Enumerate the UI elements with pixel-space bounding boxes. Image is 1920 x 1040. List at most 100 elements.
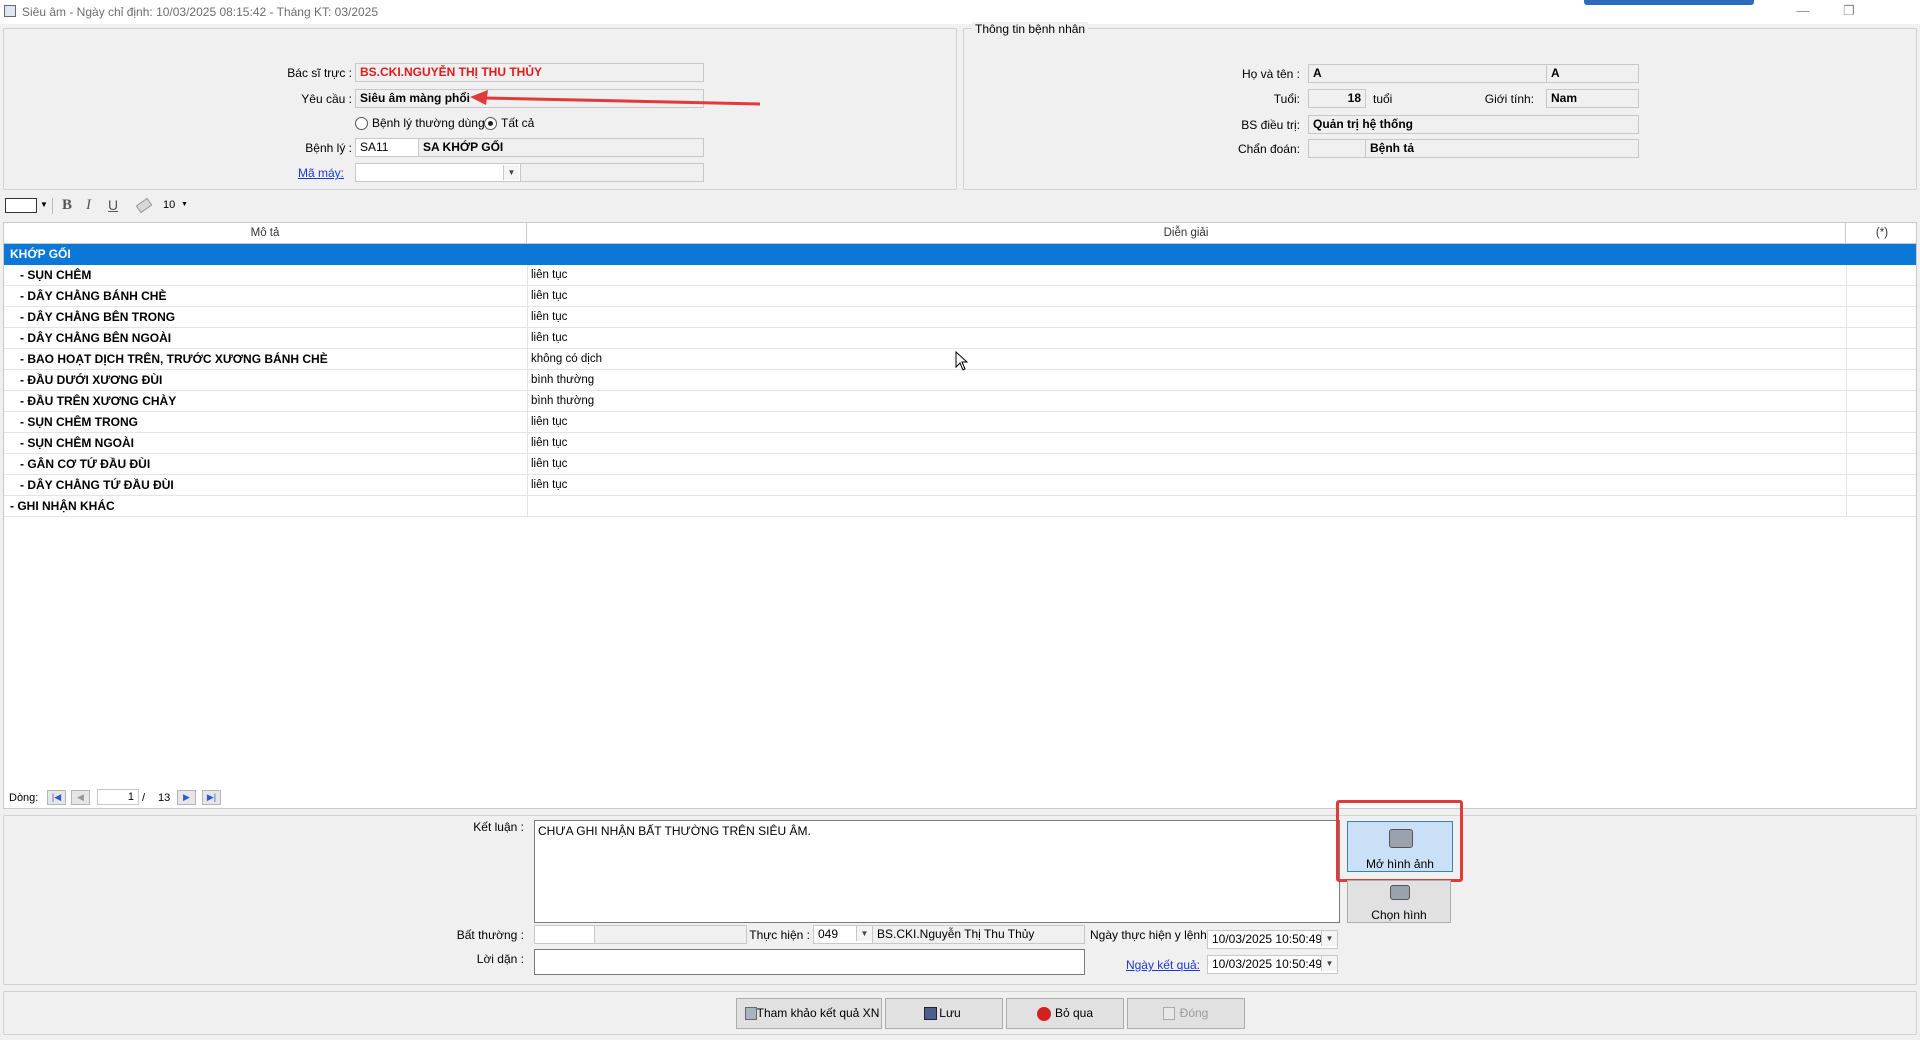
cell-description[interactable]: - DÂY CHẰNG TỨ ĐẦU ĐÙI	[4, 475, 526, 495]
cell-flag[interactable]	[1846, 349, 1916, 369]
cell-description[interactable]: - ĐẦU TRÊN XƯƠNG CHÀY	[4, 391, 526, 411]
cell-interpretation[interactable]: liên tục	[527, 433, 1845, 453]
cell-interpretation[interactable]: liên tục	[527, 307, 1845, 327]
table-row[interactable]: - ĐẦU DƯỚI XƯƠNG ĐÙI bình thường	[4, 370, 1916, 391]
cell-interpretation[interactable]: không có dịch	[527, 349, 1845, 369]
abnormal-field[interactable]	[594, 925, 747, 944]
name-field-secondary[interactable]: A	[1546, 64, 1639, 83]
pager-current-input[interactable]: 1	[97, 789, 139, 805]
machine-code-link[interactable]: Mã máy:	[240, 165, 344, 181]
font-size-select[interactable]: 10	[163, 199, 175, 211]
reference-results-button[interactable]: Tham khảo kết quả XN	[736, 998, 882, 1029]
age-field[interactable]: 18	[1308, 89, 1366, 108]
cell-flag[interactable]	[1846, 328, 1916, 348]
cell-description[interactable]: - SỤN CHÊM TRONG	[4, 412, 526, 432]
color-picker[interactable]	[5, 198, 37, 213]
cell-interpretation[interactable]: liên tục	[527, 286, 1845, 306]
close-button[interactable]: Đóng	[1127, 998, 1245, 1029]
save-button[interactable]: Lưu	[885, 998, 1003, 1029]
machine-code-select[interactable]: ▼	[355, 163, 521, 182]
table-row[interactable]: KHỚP GỐI	[4, 244, 1916, 265]
prev-page-button[interactable]: ◀	[71, 790, 90, 805]
radio-all[interactable]	[484, 117, 497, 130]
cell-description[interactable]: - GÂN CƠ TỨ ĐẦU ĐÙI	[4, 454, 526, 474]
machine-name-field[interactable]	[520, 163, 704, 182]
cell-description[interactable]: - DÂY CHẰNG BÊN NGOÀI	[4, 328, 526, 348]
cell-description[interactable]: - ĐẦU DƯỚI XƯƠNG ĐÙI	[4, 370, 526, 390]
cell-description[interactable]: - SỤN CHÊM NGOÀI	[4, 433, 526, 453]
exec-date-picker[interactable]: 10/03/2025 10:50:49	[1207, 930, 1338, 949]
cell-flag[interactable]	[1846, 244, 1916, 264]
cell-interpretation[interactable]: bình thường	[527, 391, 1845, 411]
color-dropdown-icon[interactable]: ▼	[40, 200, 48, 209]
column-header-interpretation[interactable]: Diễn giải	[527, 223, 1845, 244]
cell-interpretation[interactable]	[527, 244, 1845, 264]
diagnosis-code-field[interactable]	[1308, 139, 1366, 158]
cell-flag[interactable]	[1846, 391, 1916, 411]
cell-description[interactable]: - DÂY CHẰNG BÁNH CHÈ	[4, 286, 526, 306]
table-row[interactable]: - ĐẦU TRÊN XƯƠNG CHÀY bình thường	[4, 391, 1916, 412]
cell-flag[interactable]	[1846, 265, 1916, 285]
cell-flag[interactable]	[1846, 370, 1916, 390]
cell-description[interactable]: KHỚP GỐI	[4, 244, 526, 264]
cell-description[interactable]: - DÂY CHẰNG BÊN TRONG	[4, 307, 526, 327]
cell-interpretation[interactable]: liên tục	[527, 328, 1845, 348]
table-row[interactable]: - DÂY CHẰNG BÊN NGOÀI liên tục	[4, 328, 1916, 349]
table-row[interactable]: - DÂY CHẰNG TỨ ĐẦU ĐÙI liên tục	[4, 475, 1916, 496]
cell-flag[interactable]	[1846, 286, 1916, 306]
cell-interpretation[interactable]: liên tục	[527, 412, 1845, 432]
eraser-icon[interactable]	[135, 197, 153, 214]
cell-flag[interactable]	[1846, 475, 1916, 495]
chevron-down-icon[interactable]: ▼	[1321, 956, 1337, 971]
cell-description[interactable]: - GHI NHẬN KHÁC	[4, 496, 526, 516]
doctor-field[interactable]: BS.CKI.NGUYỄN THỊ THU THỦY	[355, 63, 704, 82]
conclusion-textarea[interactable]: CHƯA GHI NHẬN BẤT THƯỜNG TRÊN SIÊU ÂM.	[534, 820, 1340, 923]
table-row[interactable]: - SỤN CHÊM NGOÀI liên tục	[4, 433, 1916, 454]
name-field[interactable]: A	[1308, 64, 1547, 83]
result-date-link[interactable]: Ngày kết quả:	[1090, 957, 1200, 973]
table-row[interactable]: - SỤN CHÊM liên tục	[4, 265, 1916, 286]
performer-name-field[interactable]: BS.CKI.Nguyễn Thị Thu Thủy	[872, 925, 1085, 944]
cell-interpretation[interactable]: liên tục	[527, 475, 1845, 495]
table-row[interactable]: - SỤN CHÊM TRONG liên tục	[4, 412, 1916, 433]
cell-description[interactable]: - BAO HOẠT DỊCH TRÊN, TRƯỚC XƯƠNG BÁNH C…	[4, 349, 526, 369]
cell-interpretation[interactable]: liên tục	[527, 454, 1845, 474]
column-header-flag[interactable]: (*)	[1846, 223, 1916, 244]
advice-field[interactable]	[534, 949, 1085, 975]
disease-code-field[interactable]: SA11	[355, 138, 419, 157]
bold-button[interactable]: B	[62, 197, 72, 214]
cell-flag[interactable]	[1846, 412, 1916, 432]
diagnosis-field[interactable]: Bệnh tả	[1365, 139, 1639, 158]
italic-button[interactable]: I	[86, 197, 91, 214]
cell-description[interactable]: - SỤN CHÊM	[4, 265, 526, 285]
next-page-button[interactable]: ▶	[177, 790, 196, 805]
gender-field[interactable]: Nam	[1546, 89, 1639, 108]
font-size-dropdown-icon[interactable]: ▼	[181, 201, 188, 208]
treating-doctor-field[interactable]: Quản trị hệ thống	[1308, 115, 1639, 134]
cell-interpretation[interactable]	[527, 496, 1845, 516]
column-header-description[interactable]: Mô tả	[4, 223, 526, 244]
abnormal-code-field[interactable]	[534, 925, 595, 944]
first-page-button[interactable]: |◀	[47, 790, 66, 805]
skip-button[interactable]: Bỏ qua	[1006, 998, 1124, 1029]
cell-flag[interactable]	[1846, 307, 1916, 327]
underline-button[interactable]: U	[108, 197, 118, 213]
table-row[interactable]: - GÂN CƠ TỨ ĐẦU ĐÙI liên tục	[4, 454, 1916, 475]
cell-interpretation[interactable]: liên tục	[527, 265, 1845, 285]
table-row[interactable]: - DÂY CHẰNG BÊN TRONG liên tục	[4, 307, 1916, 328]
cell-flag[interactable]	[1846, 454, 1916, 474]
radio-common-diseases[interactable]	[355, 117, 368, 130]
cell-flag[interactable]	[1846, 433, 1916, 453]
open-image-button[interactable]: Mở hình ảnh	[1347, 821, 1453, 872]
cell-flag[interactable]	[1846, 496, 1916, 516]
disease-name-field[interactable]: SA KHỚP GỐI	[418, 138, 704, 157]
last-page-button[interactable]: ▶|	[202, 790, 221, 805]
restore-button[interactable]: ❐	[1826, 0, 1872, 22]
chevron-down-icon[interactable]: ▼	[856, 926, 872, 941]
choose-image-button[interactable]: Chọn hình	[1347, 880, 1451, 923]
cell-interpretation[interactable]: bình thường	[527, 370, 1845, 390]
chevron-down-icon[interactable]: ▼	[503, 165, 519, 180]
minimize-button[interactable]: —	[1780, 0, 1826, 22]
result-date-picker[interactable]: 10/03/2025 10:50:49	[1207, 955, 1338, 974]
chevron-down-icon[interactable]: ▼	[1321, 931, 1337, 946]
